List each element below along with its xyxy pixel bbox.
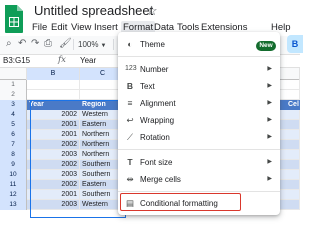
format-menu: ◐ Theme New 123 Number ▶ B Text ▶ ≡ Alig… — [118, 32, 280, 215]
cell-year[interactable]: 2002 — [27, 140, 80, 150]
menu-item-alignment[interactable]: ≡ Alignment ▶ — [118, 95, 280, 112]
menu-divider — [118, 191, 280, 192]
font-size-icon: T — [127, 157, 133, 167]
name-box[interactable]: B3:G15 — [3, 56, 30, 65]
fx-icon: fx — [58, 55, 66, 65]
cell-year[interactable]: 2003 — [27, 200, 80, 210]
number-123-icon: 123 — [125, 65, 137, 72]
document-title[interactable]: Untitled spreadsheet — [34, 3, 153, 18]
menu-view[interactable]: View — [69, 21, 93, 34]
cell-year[interactable]: 2001 — [27, 120, 80, 130]
wrap-text-icon: ↩ — [126, 115, 134, 125]
row-header[interactable]: 11 — [0, 180, 27, 190]
row-header[interactable]: 10 — [0, 170, 27, 180]
menu-item-label: Number — [140, 65, 169, 74]
row-header[interactable]: 3 — [0, 100, 27, 110]
triangle-right-icon: ▶ — [267, 134, 272, 140]
menu-edit[interactable]: Edit — [49, 21, 69, 34]
chevron-down-icon: ▼ — [100, 43, 107, 49]
undo-icon[interactable]: ↶ — [18, 38, 26, 49]
print-icon[interactable]: ⎙ — [44, 38, 52, 49]
cell-year[interactable]: 2002 — [27, 180, 80, 190]
menu-item-label: Font size — [140, 158, 173, 167]
text-rotation-icon: ⟋ — [127, 132, 133, 142]
triangle-right-icon: ▶ — [267, 100, 272, 106]
triangle-right-icon: ▶ — [267, 117, 272, 123]
row-header[interactable]: 4 — [0, 110, 27, 120]
zoom-select[interactable]: 100% ▼ — [78, 38, 111, 51]
triangle-right-icon: ▶ — [267, 83, 272, 89]
paint-format-icon[interactable]: 🖌 — [59, 38, 72, 49]
header-cell-partial[interactable]: Cel — [286, 100, 300, 110]
cell-year[interactable]: 2003 — [27, 150, 80, 160]
menu-item-text[interactable]: B Text ▶ — [118, 78, 280, 95]
row-header[interactable]: 8 — [0, 150, 27, 160]
new-badge: New — [256, 41, 276, 51]
cell-year[interactable]: 2001 — [27, 190, 80, 200]
cell-year[interactable]: 2003 — [27, 170, 80, 180]
formula-input[interactable]: Year — [80, 56, 96, 65]
grid-cell[interactable] — [27, 90, 80, 100]
menu-divider — [118, 149, 280, 150]
cell-year[interactable]: 2002 — [27, 110, 80, 120]
menu-item-label: Alignment — [140, 99, 176, 108]
menu-item-font-size[interactable]: T Font size ▶ — [118, 154, 280, 171]
cell-year[interactable]: 2002 — [27, 160, 80, 170]
header-cell-year[interactable]: Year — [27, 100, 80, 110]
column-header-b[interactable]: B — [27, 68, 80, 80]
highlight-annotation-box — [120, 193, 241, 211]
zoom-value: 100% — [78, 40, 99, 49]
row-header[interactable]: 5 — [0, 120, 27, 130]
row-header[interactable]: 6 — [0, 130, 27, 140]
menu-item-number[interactable]: 123 Number ▶ — [118, 61, 280, 78]
align-left-icon: ≡ — [127, 98, 133, 108]
palette-icon: ◐ — [127, 39, 133, 49]
menu-item-label: Theme — [140, 40, 165, 49]
row-header[interactable]: 9 — [0, 160, 27, 170]
merge-cells-icon: ⇹ — [126, 174, 134, 184]
row-header[interactable]: 2 — [0, 90, 27, 100]
toolbar-divider — [73, 39, 74, 50]
triangle-right-icon: ▶ — [267, 66, 272, 72]
search-icon[interactable]: ⌕ — [6, 38, 12, 49]
menu-item-merge-cells[interactable]: ⇹ Merge cells ▶ — [118, 171, 280, 188]
redo-icon[interactable]: ↷ — [31, 38, 39, 49]
select-all-corner[interactable] — [0, 68, 27, 80]
menu-item-theme[interactable]: ◐ Theme New — [118, 36, 280, 53]
menu-item-label: Merge cells — [140, 175, 181, 184]
row-header[interactable]: 12 — [0, 190, 27, 200]
menu-item-wrapping[interactable]: ↩ Wrapping ▶ — [118, 112, 280, 129]
bold-b-icon: B — [126, 81, 134, 91]
toolbar-divider — [113, 39, 114, 50]
star-outline-icon[interactable]: ☆ — [146, 3, 158, 19]
cell-year[interactable]: 2001 — [27, 130, 80, 140]
menu-item-label: Wrapping — [140, 116, 175, 125]
triangle-right-icon: ▶ — [267, 176, 272, 182]
menu-divider — [118, 56, 280, 57]
share-button[interactable]: B — [287, 35, 303, 53]
menu-insert[interactable]: Insert — [92, 21, 120, 34]
menu-item-rotation[interactable]: ⟋ Rotation ▶ — [118, 129, 280, 146]
row-header[interactable]: 1 — [0, 80, 27, 90]
row-header[interactable]: 13 — [0, 200, 27, 210]
menu-item-label: Text — [140, 82, 155, 91]
menu-item-label: Rotation — [140, 133, 170, 142]
sheets-logo-icon[interactable] — [3, 4, 25, 34]
grid-cell[interactable] — [27, 80, 80, 90]
triangle-right-icon: ▶ — [267, 159, 272, 165]
menu-file[interactable]: File — [30, 21, 49, 34]
row-header[interactable]: 7 — [0, 140, 27, 150]
